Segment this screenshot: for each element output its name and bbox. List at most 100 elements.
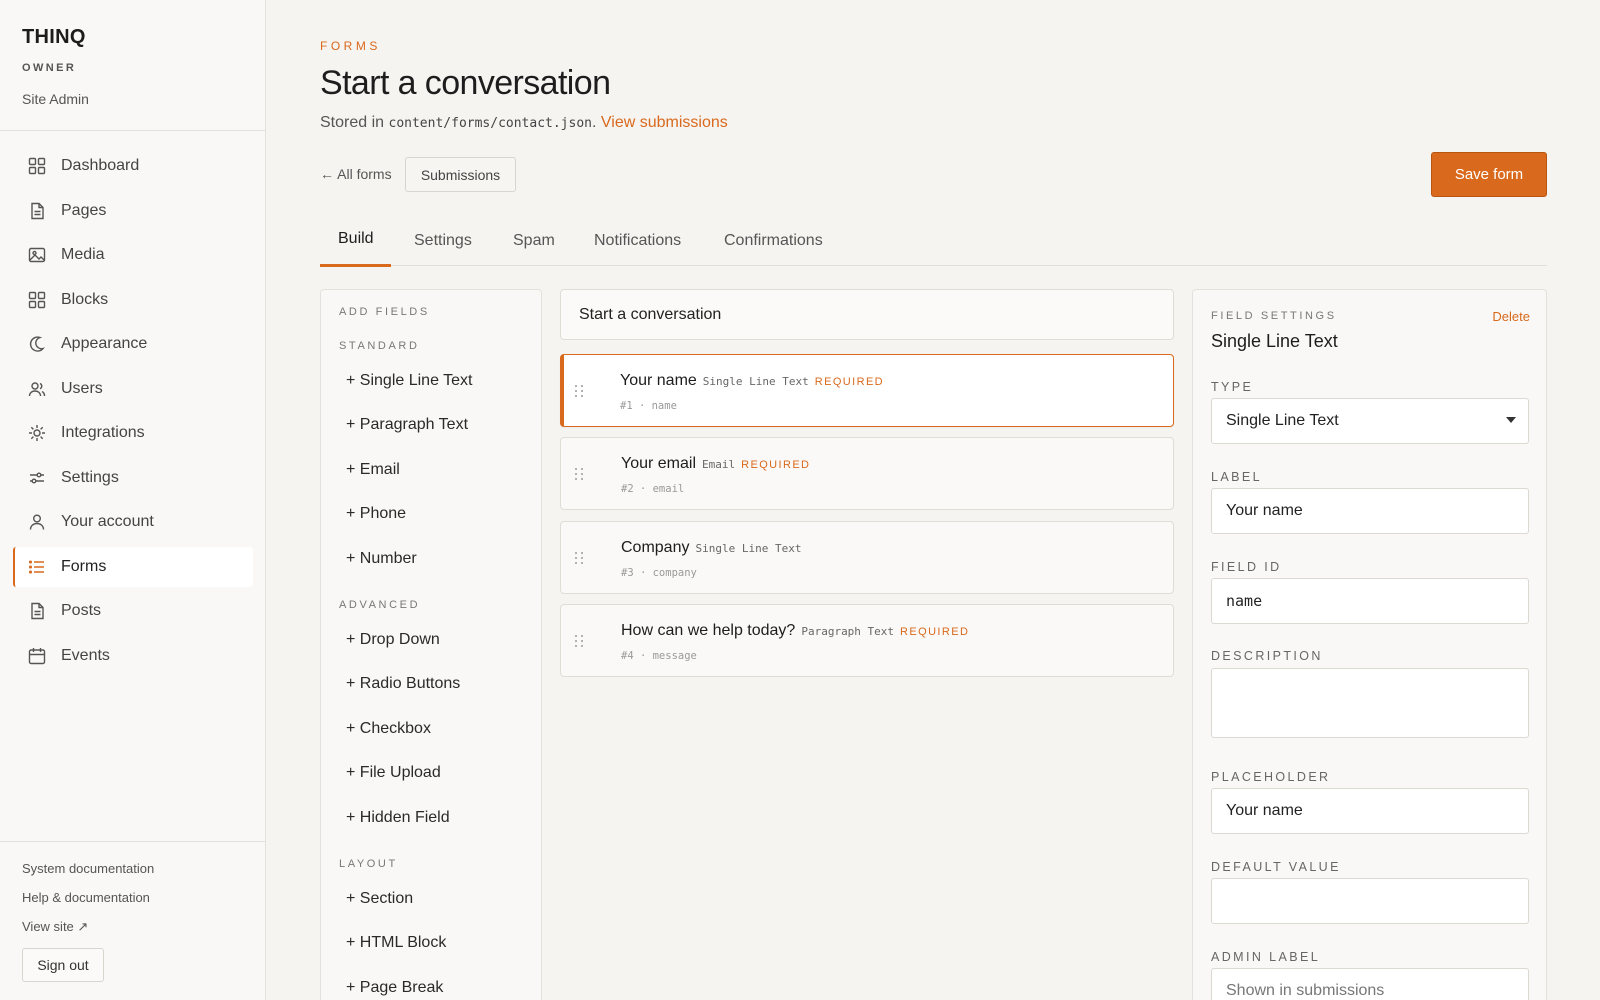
add-paragraph-text[interactable]: + Paragraph Text [346, 416, 468, 434]
sign-out-button[interactable]: Sign out [22, 948, 104, 982]
system-documentation-link[interactable]: System documentation [22, 861, 154, 876]
field-settings-title: Single Line Text [1211, 331, 1338, 351]
field-id-input[interactable]: name [1211, 578, 1529, 624]
tab-build[interactable]: Build [338, 230, 374, 248]
list-icon [27, 557, 47, 577]
add-email[interactable]: + Email [346, 461, 400, 479]
add-radio-buttons[interactable]: + Radio Buttons [346, 675, 460, 693]
sidebar-item-posts[interactable]: Posts [13, 591, 253, 631]
admin-label-label: ADMIN LABEL [1211, 950, 1321, 964]
sidebar-footer-divider [0, 841, 266, 842]
field-label: Company [621, 539, 690, 556]
field-type: Paragraph Text [801, 625, 895, 638]
form-title-display[interactable]: Start a conversation [560, 289, 1174, 340]
sidebar-item-settings[interactable]: Settings [13, 458, 253, 498]
field-type: Single Line Text [695, 542, 802, 555]
chevron-down-icon [1506, 417, 1516, 423]
page-title: Start a conversation [320, 64, 611, 102]
add-drop-down[interactable]: + Drop Down [346, 631, 440, 649]
add-hidden-field[interactable]: + Hidden Field [346, 809, 450, 827]
description-textarea[interactable] [1211, 668, 1529, 738]
sidebar-nav: Dashboard Pages Media Blocks Appearance [13, 146, 253, 680]
sidebar-item-integrations[interactable]: Integrations [13, 413, 253, 453]
sidebar-item-your-account[interactable]: Your account [13, 502, 253, 542]
document-icon [27, 601, 47, 621]
form-field-card[interactable]: How can we help today? Paragraph Text REQU… [560, 604, 1174, 677]
all-forms-link[interactable]: ← All forms [320, 166, 392, 182]
field-id-label: FIELD ID [1211, 560, 1282, 574]
add-page-break[interactable]: + Page Break [346, 979, 443, 997]
sidebar-item-label: Appearance [61, 335, 148, 352]
calendar-icon [27, 646, 47, 666]
field-settings-eyebrow: FIELD SETTINGS [1211, 310, 1337, 322]
field-type: Single Line Text [702, 375, 809, 388]
sidebar-item-forms[interactable]: Forms [13, 546, 253, 587]
form-field-card[interactable]: Your name Single Line Text REQUIRED #1 · n… [560, 354, 1174, 427]
sidebar-item-pages[interactable]: Pages [13, 191, 253, 231]
brand-logo[interactable]: THINQ [22, 26, 86, 49]
tab-confirmations[interactable]: Confirmations [724, 232, 823, 250]
add-phone[interactable]: + Phone [346, 505, 406, 523]
sidebar-item-label: Settings [61, 468, 119, 486]
field-settings-panel: FIELD SETTINGS Delete Single Line Text T… [1192, 289, 1547, 1000]
placeholder-input[interactable]: Your name [1211, 788, 1529, 834]
view-site-link[interactable]: View site ↗ [22, 919, 88, 935]
blocks-grid-icon [27, 290, 47, 310]
sidebar-item-label: Forms [61, 557, 107, 575]
field-required-badge: REQUIRED [900, 626, 970, 638]
add-fields-panel: ADD FIELDS STANDARD + Single Line Text +… [320, 289, 542, 1000]
placeholder-label: PLACEHOLDER [1211, 770, 1331, 784]
add-section[interactable]: + Section [346, 890, 413, 908]
storage-info: Stored in content/forms/contact.json. Vi… [320, 114, 728, 132]
field-label: Your email [621, 455, 697, 472]
form-field-card[interactable]: Company Single Line Text #3 · company [560, 521, 1174, 594]
sidebar-item-label: Your account [61, 513, 154, 530]
default-value-label: DEFAULT VALUE [1211, 860, 1341, 874]
sidebar-item-label: Media [61, 246, 105, 263]
help-documentation-link[interactable]: Help & documentation [22, 890, 150, 905]
form-field-card[interactable]: Your email Email REQUIRED #2 · email [560, 437, 1174, 510]
add-file-upload[interactable]: + File Upload [346, 764, 441, 782]
sidebar-item-appearance[interactable]: Appearance [13, 324, 253, 364]
sidebar-item-media[interactable]: Media [13, 235, 253, 275]
person-icon [27, 512, 47, 532]
sidebar-item-label: Events [61, 646, 110, 664]
field-meta: #4 · message [621, 650, 697, 662]
description-label: DESCRIPTION [1211, 649, 1323, 663]
drag-handle-icon[interactable] [573, 551, 585, 565]
sidebar: THINQ OWNER Site Admin Dashboard Pages M… [0, 0, 266, 1000]
add-checkbox[interactable]: + Checkbox [346, 720, 431, 738]
drag-handle-icon[interactable] [573, 384, 585, 398]
drag-handle-icon[interactable] [573, 467, 585, 481]
field-type: Email [702, 458, 736, 471]
view-submissions-link[interactable]: View submissions [601, 114, 728, 131]
field-label: How can we help today? [621, 622, 796, 639]
add-fields-title: ADD FIELDS [339, 306, 430, 318]
add-number[interactable]: + Number [346, 550, 417, 568]
page-icon [27, 201, 47, 221]
add-single-line-text[interactable]: + Single Line Text [346, 372, 472, 390]
label-input[interactable]: Your name [1211, 488, 1529, 534]
save-form-button[interactable]: Save form [1431, 152, 1547, 197]
add-html-block[interactable]: + HTML Block [346, 934, 446, 952]
layout-section-label: LAYOUT [339, 858, 398, 870]
sidebar-item-label: Users [61, 379, 103, 397]
field-label-row: Your name Single Line Text REQUIRED [620, 372, 884, 390]
drag-handle-icon[interactable] [573, 634, 585, 648]
sidebar-item-blocks[interactable]: Blocks [13, 280, 253, 320]
submissions-button[interactable]: Submissions [405, 157, 516, 192]
tab-settings[interactable]: Settings [414, 232, 472, 250]
tab-spam[interactable]: Spam [513, 232, 555, 250]
standard-section-label: STANDARD [339, 340, 420, 352]
sidebar-item-events[interactable]: Events [13, 636, 253, 676]
label-label: LABEL [1211, 470, 1262, 484]
section-eyebrow: FORMS [320, 39, 381, 53]
delete-field-link[interactable]: Delete [1492, 309, 1530, 324]
tab-notifications[interactable]: Notifications [594, 232, 681, 250]
sidebar-item-dashboard[interactable]: Dashboard [13, 146, 253, 186]
admin-label-input[interactable]: Shown in submissions [1211, 968, 1529, 1000]
sidebar-item-users[interactable]: Users [13, 369, 253, 409]
stored-path: content/forms/contact.json [388, 116, 593, 131]
default-value-input[interactable] [1211, 878, 1529, 924]
type-select[interactable]: Single Line Text [1211, 398, 1529, 444]
